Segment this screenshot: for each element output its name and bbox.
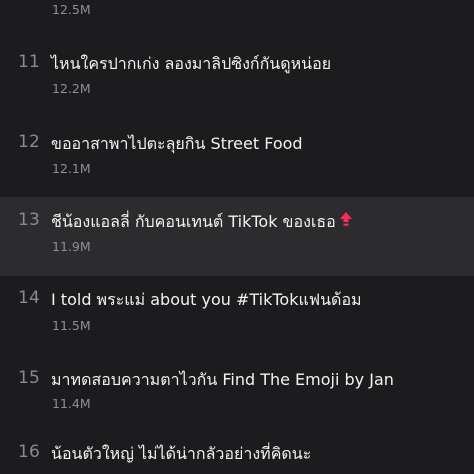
hashtag-title: ชีน้องแอลลี่ กับคอนเทนต์ TikTok ของเธอ: [51, 210, 353, 235]
rank-number: 12: [18, 132, 41, 152]
trending-list: 12.5M 11 ไหนใครปากเก่ง ลองมาลิปซิงก์กันด…: [0, 0, 474, 474]
view-count: 11.9M: [52, 239, 91, 254]
list-item[interactable]: 12 ขออาสาพาไปตะลุยกิน Street Food 12.1M: [0, 120, 474, 200]
list-item[interactable]: 16 น้อนตัวใหญ่ ไม่ได้น่ากลัวอย่างที่คิดน…: [0, 436, 474, 474]
rank-number: 14: [18, 288, 41, 308]
hashtag-title-text: ชีน้องแอลลี่ กับคอนเทนต์ TikTok ของเธอ: [51, 212, 336, 231]
view-count: 12.5M: [52, 2, 91, 17]
list-item[interactable]: 14 I told พระแม่ about you #TikTokแฟนด้อ…: [0, 276, 474, 356]
list-item-highlighted[interactable]: 13 ชีน้องแอลลี่ กับคอนเทนต์ TikTok ของเธ…: [0, 197, 474, 276]
list-item[interactable]: 11 ไหนใครปากเก่ง ลองมาลิปซิงก์กันดูหน่อย…: [0, 40, 474, 120]
view-count: 12.2M: [52, 81, 91, 96]
rank-number: 13: [18, 210, 41, 230]
hashtag-title: ไหนใครปากเก่ง ลองมาลิปซิงก์กันดูหน่อย: [51, 54, 332, 73]
view-count: 12.1M: [52, 161, 91, 176]
rank-number: 15: [18, 368, 41, 388]
view-count: 11.4M: [52, 396, 91, 411]
list-item[interactable]: 12.5M: [0, 0, 474, 28]
list-item[interactable]: 15 มาทดสอบความตาไวกัน Find The Emoji by …: [0, 356, 474, 436]
hashtag-title: ขออาสาพาไปตะลุยกิน Street Food: [51, 134, 303, 153]
view-count: 11.5M: [52, 318, 91, 333]
hashtag-title: มาทดสอบความตาไวกัน Find The Emoji by Jan: [51, 370, 394, 389]
rank-number: 16: [18, 442, 41, 462]
hashtag-title: I told พระแม่ about you #TikTokแฟนด้อม: [51, 290, 362, 309]
arrow-up-icon: [339, 211, 353, 231]
hashtag-title: น้อนตัวใหญ่ ไม่ได้น่ากลัวอย่างที่คิดนะ: [51, 444, 312, 463]
rank-number: 11: [18, 52, 41, 72]
